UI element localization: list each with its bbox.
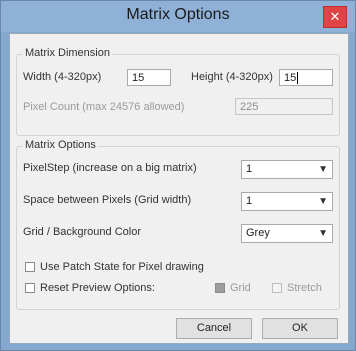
chevron-down-icon: ▼ [318, 164, 328, 175]
cancel-button[interactable]: Cancel [176, 318, 252, 339]
space-label: Space between Pixels (Grid width) [23, 194, 192, 206]
ok-button[interactable]: OK [262, 318, 338, 339]
matrix-dimension-group: Matrix Dimension Width (4-320px) 15 Heig… [16, 47, 340, 136]
pixel-count-field: 225 [235, 98, 333, 115]
space-select[interactable]: 1 ▼ [241, 192, 333, 211]
close-icon: ✕ [329, 9, 341, 24]
text-caret [297, 72, 299, 85]
matrix-options-group: Matrix Options PixelStep (increase on a … [16, 139, 340, 310]
chevron-down-icon: ▼ [318, 196, 328, 207]
dialog-title: Matrix Options [126, 6, 230, 23]
close-button[interactable]: ✕ [323, 6, 347, 28]
title-bar[interactable]: Matrix Options ✕ [1, 1, 355, 32]
patch-state-checkbox[interactable] [25, 262, 35, 272]
width-input[interactable]: 15 [127, 69, 171, 86]
width-label: Width (4-320px) [23, 71, 102, 83]
patch-state-label[interactable]: Use Patch State for Pixel drawing [40, 261, 204, 273]
grid-checkbox [215, 283, 225, 293]
pixelstep-select[interactable]: 1 ▼ [241, 160, 333, 179]
matrix-dimension-legend: Matrix Dimension [23, 47, 112, 59]
dialog-window: Matrix Options ✕ Matrix Dimension Width … [0, 0, 356, 351]
dialog-client: Matrix Dimension Width (4-320px) 15 Heig… [9, 33, 349, 344]
grid-color-label: Grid / Background Color [23, 226, 141, 238]
height-label: Height (4-320px) [191, 71, 273, 83]
stretch-checkbox-label: Stretch [287, 282, 322, 294]
space-value: 1 [246, 195, 253, 207]
matrix-options-legend: Matrix Options [23, 139, 98, 151]
height-value: 15 [284, 72, 297, 84]
reset-preview-label[interactable]: Reset Preview Options: [40, 282, 155, 294]
stretch-checkbox [272, 283, 282, 293]
reset-preview-checkbox[interactable] [25, 283, 35, 293]
pixel-count-label: Pixel Count (max 24576 allowed) [23, 101, 185, 113]
pixelstep-value: 1 [246, 163, 253, 175]
grid-checkbox-label: Grid [230, 282, 251, 294]
grid-color-value: Grey [246, 227, 270, 239]
grid-color-select[interactable]: Grey ▼ [241, 224, 333, 243]
chevron-down-icon: ▼ [318, 228, 328, 239]
pixelstep-label: PixelStep (increase on a big matrix) [23, 162, 197, 174]
height-input[interactable]: 15 [279, 69, 333, 86]
